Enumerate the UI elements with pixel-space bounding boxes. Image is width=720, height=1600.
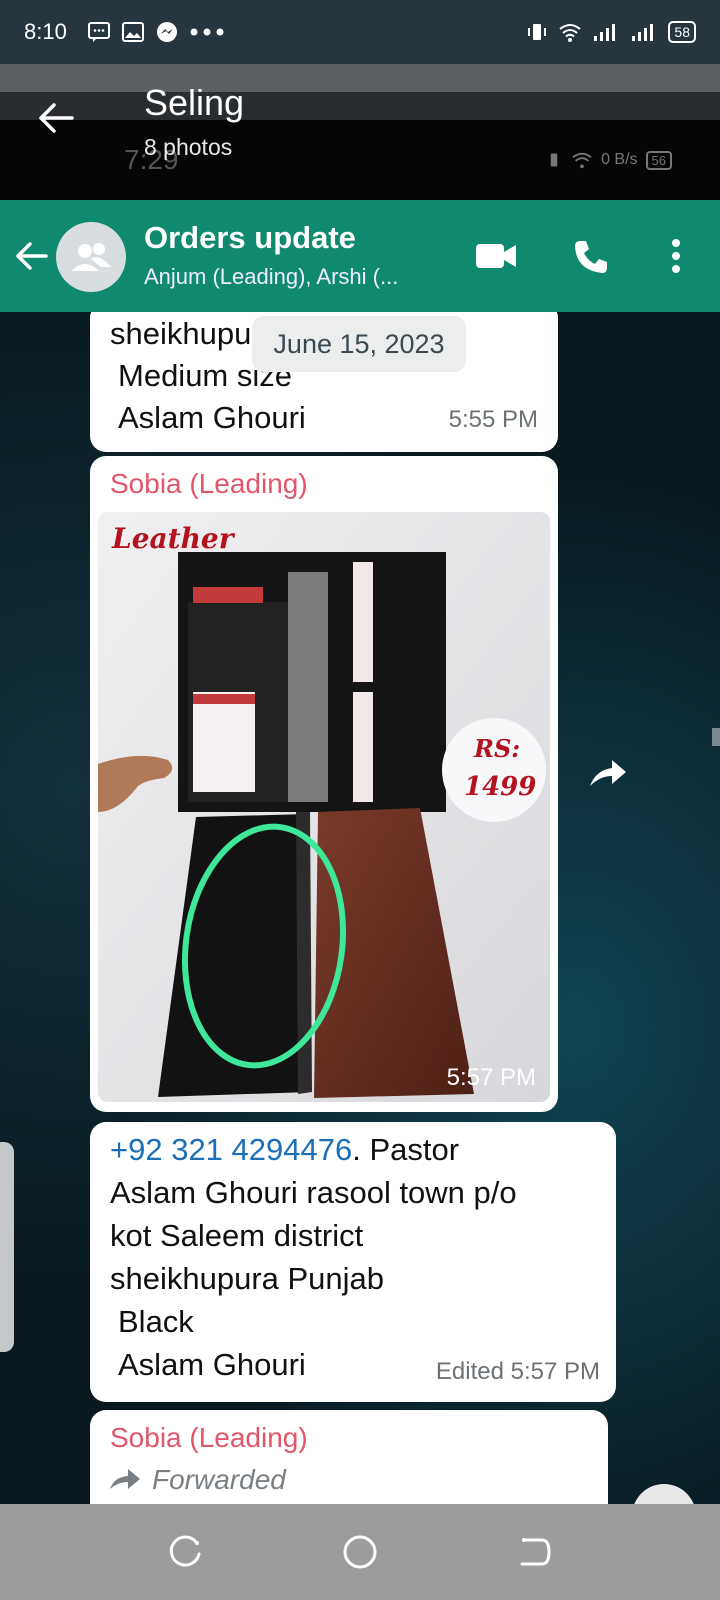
forwarded-text: Forwarded (152, 1464, 286, 1495)
chat-header: Orders update Anjum (Leading), Arshi (..… (0, 200, 720, 312)
price-label: RS: (474, 734, 521, 763)
message-bubble[interactable]: Sobia (Leading) Forwarded (90, 1410, 608, 1504)
message-icon (87, 22, 110, 42)
notification-icons (87, 21, 225, 43)
forwarded-icon (110, 1469, 140, 1489)
ghost-status-icons: 0 B/s 56 (545, 150, 672, 170)
status-time: 8:10 (24, 19, 67, 44)
message-time: 5:57 PM (446, 1064, 536, 1091)
viewer-photo-count: 8 photos (144, 134, 233, 160)
wallet-photo[interactable]: Leather RS: 1499 5:57 PM (98, 512, 550, 1102)
viewer-header: 7:29 0 B/s 56 Seling 8 photos (0, 64, 720, 200)
back-arrow-icon[interactable] (14, 238, 50, 274)
back-icon[interactable] (514, 1532, 554, 1572)
home-icon[interactable] (340, 1532, 380, 1572)
forwarded-label: Forwarded (108, 1464, 286, 1496)
message-line: Black (118, 1304, 194, 1339)
forward-share-icon[interactable] (586, 756, 630, 792)
date-chip: June 15, 2023 (252, 316, 466, 372)
signal-icon (632, 24, 654, 41)
image-icon (121, 22, 144, 42)
wifi-icon (572, 152, 592, 169)
system-icons: 58 (526, 21, 696, 43)
message-text: . Pastor (352, 1132, 460, 1167)
message-time: Edited 5:57 PM (435, 1358, 600, 1385)
scroll-indicator (712, 728, 720, 746)
vibrate-icon (528, 24, 547, 40)
recents-icon[interactable] (166, 1532, 206, 1572)
chat-title[interactable]: Orders update (144, 220, 356, 256)
edge-panel-handle[interactable] (0, 1142, 14, 1352)
phone-link[interactable]: +92 321 4294476 (110, 1132, 352, 1167)
more-options-icon[interactable] (664, 236, 688, 276)
viewer-title: Seling (144, 82, 245, 123)
photo-label: Leather (112, 522, 234, 555)
phone-call-icon[interactable] (572, 238, 610, 276)
sender-name: Sobia (Leading) (110, 468, 308, 499)
message-line: kot Saleem district (110, 1218, 364, 1253)
message-line: Aslam Ghouri rasool town p/o (110, 1175, 517, 1210)
signal-icon (594, 24, 616, 41)
chat-area[interactable]: sheikhupura Punjab Medium size Aslam Gho… (0, 312, 720, 1504)
messenger-icon (156, 22, 177, 42)
back-arrow-icon[interactable] (36, 98, 76, 138)
video-call-icon[interactable] (474, 240, 518, 272)
wallet-photo-graphic (98, 512, 550, 1102)
vibrate-icon (550, 153, 558, 167)
message-line: Aslam Ghouri (118, 1347, 306, 1382)
more-dots-icon (190, 28, 224, 36)
chat-participants[interactable]: Anjum (Leading), Arshi (... (144, 264, 398, 290)
scroll-down-button[interactable] (632, 1484, 696, 1504)
group-icon (71, 243, 111, 271)
wifi-icon (559, 24, 582, 42)
message-line: +92 321 4294476. Pastor (110, 1128, 459, 1171)
ghost-battery: 56 (645, 150, 672, 170)
message-line: sheikhupura Punjab (110, 1261, 385, 1296)
group-avatar[interactable] (56, 222, 126, 292)
status-bar: 8:10 58 (0, 0, 720, 64)
price-value: 1499 (464, 772, 537, 802)
ghost-speed: 0 B/s (601, 151, 638, 168)
navigation-bar (0, 1504, 720, 1600)
photo-message-bubble[interactable]: Sobia (Leading) Leather RS: 1499 5:57 PM (90, 456, 558, 1112)
sender-name: Sobia (Leading) (110, 1422, 308, 1453)
message-bubble[interactable]: +92 321 4294476. Pastor Aslam Ghouri ras… (90, 1122, 616, 1402)
message-time: 5:55 PM (448, 406, 538, 433)
battery-indicator: 58 (668, 21, 696, 43)
message-line: Aslam Ghouri (118, 400, 306, 435)
